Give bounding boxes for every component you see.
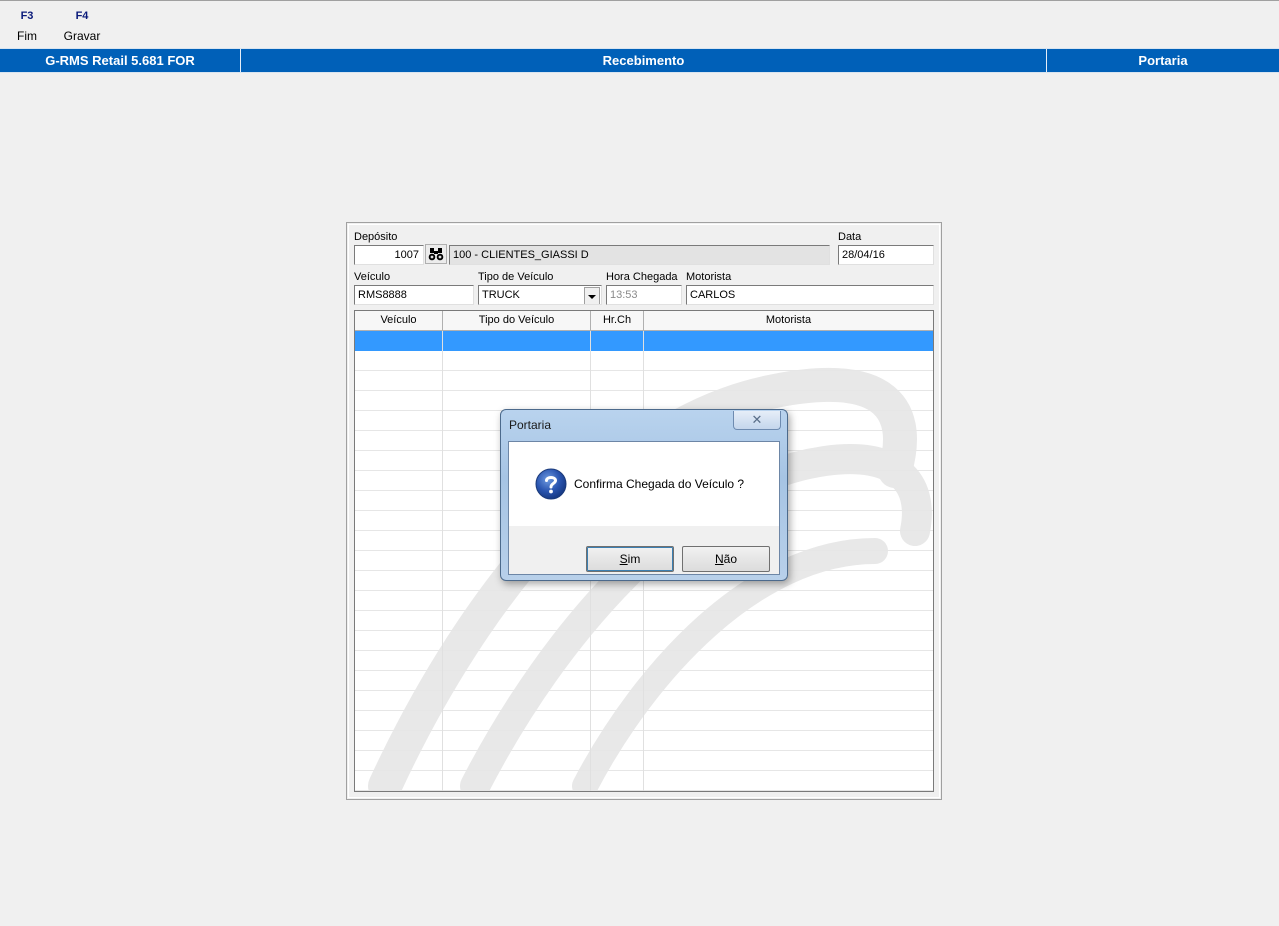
toolbar-label: Fim bbox=[17, 29, 37, 43]
lookup-button[interactable] bbox=[425, 244, 447, 264]
veiculo-field[interactable]: RMS8888 bbox=[354, 285, 474, 305]
confirm-dialog: Portaria ✕ Confirma Chegada do Veículo ?… bbox=[500, 409, 788, 581]
nao-accel: N bbox=[714, 552, 724, 566]
tipo-veiculo-label: Tipo de Veículo bbox=[478, 271, 554, 283]
binoculars-icon bbox=[428, 248, 444, 261]
motorista-field[interactable]: CARLOS bbox=[686, 285, 934, 305]
hora-chegada-label: Hora Chegada bbox=[606, 271, 678, 283]
question-icon bbox=[535, 468, 567, 500]
column-divider bbox=[442, 331, 443, 791]
toolbar-button-fim[interactable]: F3 Fim bbox=[5, 10, 49, 43]
toolbar-label: Gravar bbox=[63, 29, 101, 43]
deposito-code-field[interactable]: 1007 bbox=[354, 245, 424, 265]
shortcut-key: F4 bbox=[75, 10, 89, 22]
module-title: Recebimento bbox=[602, 53, 685, 68]
column-header-hrch[interactable]: Hr.Ch bbox=[591, 311, 644, 330]
deposito-label: Depósito bbox=[354, 231, 398, 243]
tipo-veiculo-select[interactable]: TRUCK bbox=[478, 285, 602, 305]
hora-chegada-field: 13:53 bbox=[606, 285, 682, 305]
data-field[interactable]: 28/04/16 bbox=[838, 245, 934, 265]
data-label: Data bbox=[838, 231, 862, 243]
sim-button[interactable]: Sim bbox=[586, 546, 674, 572]
nao-label-rest: ão bbox=[723, 552, 738, 566]
grid-header: Veículo Tipo do Veículo Hr.Ch Motorista bbox=[355, 311, 933, 331]
dialog-title: Portaria bbox=[509, 418, 552, 432]
dialog-body: Confirma Chegada do Veículo ? Sim Não bbox=[508, 441, 780, 575]
screen-title: Portaria bbox=[1138, 53, 1188, 68]
veiculo-label: Veículo bbox=[354, 271, 391, 283]
column-header-motorista[interactable]: Motorista bbox=[644, 311, 933, 330]
deposito-description-field: 100 - CLIENTES_GIASSI D bbox=[449, 245, 830, 265]
shortcut-key: F3 bbox=[20, 10, 34, 22]
nao-button[interactable]: Não bbox=[682, 546, 770, 572]
toolbar-button-gravar[interactable]: F4 Gravar bbox=[60, 10, 104, 43]
close-icon[interactable]: ✕ bbox=[733, 411, 781, 430]
sim-accel: S bbox=[619, 552, 628, 566]
dialog-message: Confirma Chegada do Veículo ? bbox=[574, 477, 745, 491]
tipo-veiculo-value: TRUCK bbox=[482, 289, 520, 301]
dialog-message-area: Confirma Chegada do Veículo ? bbox=[509, 442, 779, 526]
motorista-label: Motorista bbox=[686, 271, 732, 283]
top-border bbox=[0, 0, 1279, 1]
title-bar: G-RMS Retail 5.681 FOR Recebimento Porta… bbox=[0, 48, 1279, 73]
chevron-down-icon[interactable] bbox=[584, 287, 600, 304]
column-header-tipo[interactable]: Tipo do Veículo bbox=[443, 311, 591, 330]
column-header-veiculo[interactable]: Veículo bbox=[355, 311, 443, 330]
app-title: G-RMS Retail 5.681 FOR bbox=[45, 53, 195, 68]
sim-label-rest: im bbox=[627, 552, 641, 566]
